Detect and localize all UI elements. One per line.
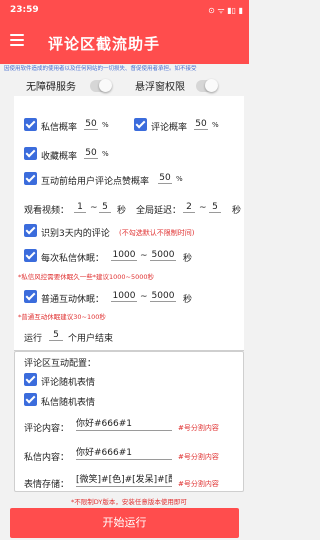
emoji-store-hint: #号分割内容: [178, 480, 219, 488]
status-time: 23:59: [10, 5, 39, 15]
dm-rest-warning: *私信风控需要休眠久一些*建议1000~5000秒: [18, 273, 155, 281]
act-rest-max-input[interactable]: 5000: [150, 290, 176, 302]
status-bar: 23:59 ⊙ ᯤ ▮▯ ▮: [0, 0, 249, 22]
like-rate-label: 互动前给用户评论点赞概率: [41, 177, 150, 187]
act-rest-label: 普通互动休眠：: [41, 295, 105, 305]
fav-rate-input[interactable]: 50: [84, 147, 98, 159]
dm-rest-unit: 秒: [183, 254, 193, 264]
dm-content-hint: #号分割内容: [178, 453, 219, 461]
fav-rate-label: 收藏概率: [41, 152, 78, 162]
watch-max-input[interactable]: 5: [99, 201, 111, 213]
random-dm-checkbox[interactable]: [24, 393, 37, 406]
dm-rest-label: 每次私信休眠：: [41, 254, 105, 264]
delay-min-input[interactable]: 2: [183, 201, 195, 213]
comment-rate-label: 评论概率: [151, 123, 188, 133]
watch-min-input[interactable]: 1: [74, 201, 86, 213]
interact-title: 评论区互动配置：: [24, 359, 97, 369]
random-dm-label: 私信随机表情: [41, 398, 96, 408]
dm-rest-min-input[interactable]: 1000: [111, 249, 137, 261]
delay-label: 全局延迟：: [136, 206, 182, 216]
dm-rest-sep: ~: [140, 251, 148, 261]
version-note: *不限制DY版本，安装任意版本使用即可: [71, 498, 187, 506]
delay-max-input[interactable]: 5: [209, 201, 221, 213]
disclaimer-text: 因使用软件造成的使用者以及任何网站的一切损失、督促使用者承担。如不接受: [4, 66, 197, 72]
comment-rate-unit: %: [212, 121, 219, 129]
like-rate-input[interactable]: 50: [158, 172, 172, 184]
comment-content-label: 评论内容：: [24, 424, 70, 434]
delay-unit: 秒: [232, 206, 242, 216]
dm-content-input[interactable]: 你好#666#1: [76, 447, 172, 460]
run-count-input[interactable]: 5: [49, 329, 63, 341]
accessibility-label: 无障碍服务: [26, 82, 76, 93]
floating-label: 悬浮窗权限: [135, 82, 185, 93]
emoji-store-label: 表情存储：: [24, 480, 70, 490]
emoji-store-input[interactable]: [微笑]#[色]#[发呆]#[酷: [76, 474, 172, 487]
fav-rate-unit: %: [102, 150, 109, 158]
start-run-button[interactable]: 开始运行: [10, 508, 239, 538]
accessibility-toggle[interactable]: [90, 79, 112, 92]
dm-rate-input[interactable]: 50: [84, 118, 98, 130]
comment-rate-checkbox[interactable]: [134, 118, 147, 131]
run-count-suffix: 个用户结束: [68, 334, 114, 344]
fav-rate-checkbox[interactable]: [24, 147, 37, 160]
floating-toggle[interactable]: [196, 79, 218, 92]
recent-label: 识别3天内的评论: [41, 229, 110, 239]
status-icons: ⊙ ᯤ ▮▯ ▮: [208, 6, 243, 15]
app-bar: 评论区截流助手: [0, 22, 249, 64]
recent-checkbox[interactable]: [24, 224, 37, 237]
comment-content-hint: #号分割内容: [178, 424, 219, 432]
dm-content-label: 私信内容：: [24, 453, 70, 463]
dm-rest-checkbox[interactable]: [24, 249, 37, 262]
watch-unit: 秒: [117, 206, 127, 216]
like-rate-unit: %: [176, 175, 183, 183]
app-title: 评论区截流助手: [48, 35, 161, 53]
dm-rate-checkbox[interactable]: [24, 118, 37, 131]
delay-sep: ~: [199, 203, 207, 213]
act-rest-checkbox[interactable]: [24, 290, 37, 303]
recent-hint: (不勾选默认不限制时间): [119, 229, 195, 237]
act-rest-unit: 秒: [183, 295, 193, 305]
dm-rate-label: 私信概率: [41, 123, 78, 133]
comment-rate-input[interactable]: 50: [194, 118, 208, 130]
act-rest-sep: ~: [140, 292, 148, 302]
act-rest-warning: *普通互动休眠建议30~100秒: [18, 313, 106, 321]
comment-content-input[interactable]: 你好#666#1: [76, 418, 172, 431]
watch-sep: ~: [90, 203, 98, 213]
act-rest-min-input[interactable]: 1000: [111, 290, 137, 302]
like-rate-checkbox[interactable]: [24, 172, 37, 185]
dm-rate-unit: %: [102, 121, 109, 129]
menu-icon[interactable]: [10, 34, 26, 50]
random-comment-label: 评论随机表情: [41, 378, 96, 388]
random-comment-checkbox[interactable]: [24, 373, 37, 386]
watch-label: 观看视频：: [24, 206, 70, 216]
dm-rest-max-input[interactable]: 5000: [150, 249, 176, 261]
run-count-prefix: 运行: [24, 334, 43, 344]
